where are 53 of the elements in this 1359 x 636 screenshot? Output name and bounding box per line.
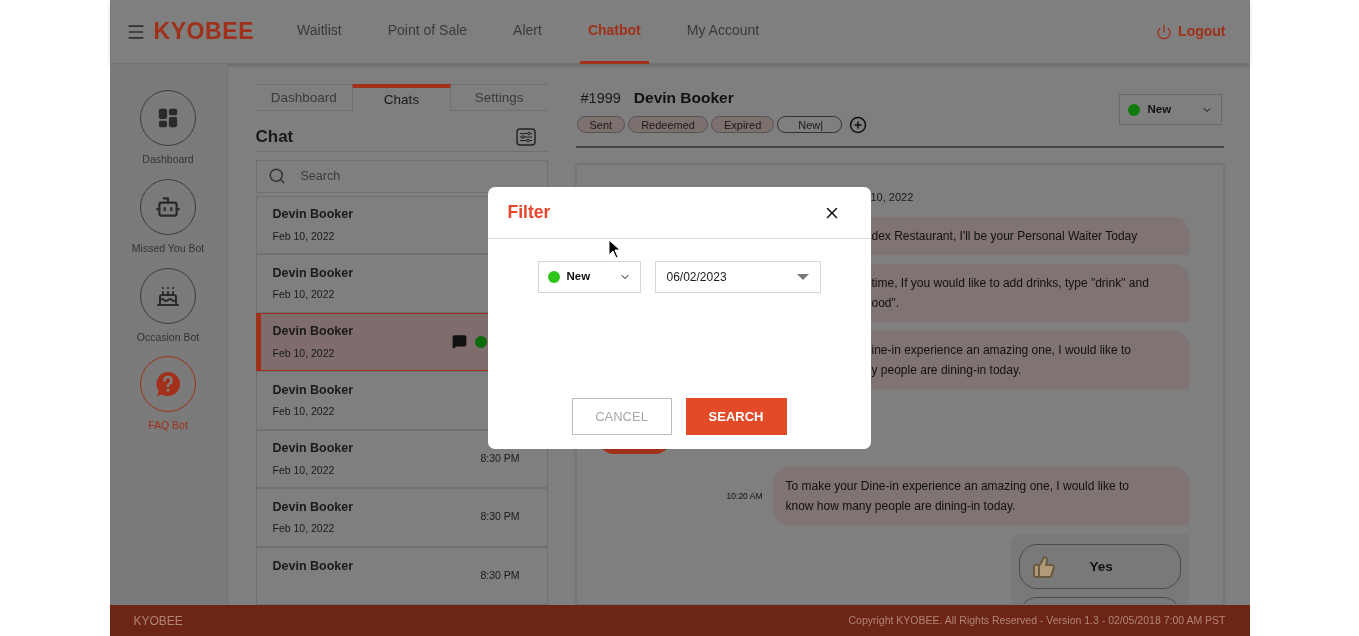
chat-date: Feb 10, 2022	[272, 287, 336, 303]
chat-date: Feb 10, 2022	[272, 462, 336, 478]
message-text: know how many people are dining-in today.	[785, 498, 1017, 516]
contact-name: Devin Booker	[272, 498, 354, 516]
contact-name: Devin Booker	[272, 323, 354, 340]
message-text: ood".	[871, 295, 901, 313]
contact-name: Devin Booker	[272, 264, 354, 282]
panel-tab[interactable]: Chats	[352, 84, 451, 112]
contact-name: Devin Booker	[272, 558, 354, 576]
chat-time: 8:30 PM	[480, 450, 520, 466]
chat-time: 8:30 PM	[480, 567, 520, 583]
chat-date: Feb 10, 2022	[272, 404, 336, 420]
search-field[interactable]: Search	[255, 159, 548, 193]
copyright-text: Copyright KYOBEE. All Rights Reserved - Version 1.3 - 02/05/2018 7:00 AM PST	[848, 612, 1226, 628]
contact-name: Devin Booker	[272, 381, 354, 399]
panel-title: Chat	[255, 126, 294, 149]
chat-row[interactable]: Devin Booker 8:30 PM	[255, 546, 548, 605]
dialog-title: Filter	[507, 201, 551, 225]
message-text: dex Restaurant, I'll be your Personal Waiter Today	[871, 228, 1139, 246]
contact-name: Devin Booker	[272, 440, 354, 457]
chat-date: Feb 10, 2022	[272, 228, 336, 244]
chat-time: 8:30 PM	[480, 509, 520, 525]
search-button[interactable]: SEARCH	[685, 398, 787, 435]
message-time: 10:20 AM	[726, 489, 763, 503]
tag-chip[interactable]: Redeemed	[628, 116, 708, 134]
side-nav-label: FAQ Bot	[148, 418, 188, 434]
chat-date: Feb 10, 2022	[272, 345, 336, 361]
nav-tab[interactable]: Point of Sale	[379, 0, 476, 64]
footer-brand: KYOBEE	[133, 612, 183, 630]
date-field[interactable]: 06/02/2023	[654, 261, 821, 293]
side-nav-label: Occasion Bot	[136, 329, 200, 345]
status-dropdown[interactable]: New	[537, 261, 641, 293]
nav-tab[interactable]: My Account	[678, 0, 768, 64]
tag-chip[interactable]: Expired	[710, 116, 775, 134]
contact-name: Devin Booker	[272, 206, 354, 223]
chat-date: Feb 10, 2022	[272, 521, 336, 537]
chat-date: 10, 2022	[869, 189, 915, 205]
cancel-button[interactable]: CANCEL	[571, 398, 672, 435]
panel-tab[interactable]: Settings	[450, 84, 548, 111]
message-text: y people are dining-in today.	[871, 362, 1023, 380]
message-text: To make your Dine-in experience an amazing one, I would like to	[785, 478, 1131, 496]
ticket-number: #1999	[580, 89, 621, 108]
quick-reply-button[interactable]: Yes	[1018, 544, 1181, 590]
message-text: time, If you would like to add drinks, type "drink" and	[871, 275, 1150, 293]
message-text: ine-in experience an amazing one, I would like to	[871, 342, 1132, 360]
nav-tab[interactable]: Alert	[505, 0, 550, 64]
tag-chip[interactable]: Sent	[576, 116, 626, 134]
side-nav-label: Missed You Bot	[131, 240, 205, 256]
status-dropdown[interactable]: New	[1118, 94, 1222, 125]
nav-tab[interactable]: Waitlist	[289, 0, 350, 64]
chat-row[interactable]: Devin Booker Feb 10, 2022 8:30 PM	[255, 488, 548, 547]
side-nav-label: Dashboard	[142, 152, 194, 167]
contact-name: Devin Booker	[633, 88, 734, 108]
